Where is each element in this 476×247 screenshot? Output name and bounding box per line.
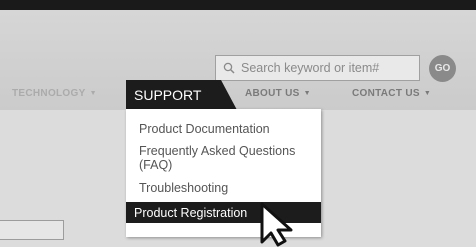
- top-bar: [0, 0, 476, 10]
- nav-item-label: TECHNOLOGY: [12, 87, 86, 99]
- menu-item-faq[interactable]: Frequently Asked Questions (FAQ): [139, 144, 314, 172]
- text-field[interactable]: [0, 220, 64, 240]
- search-icon: [223, 62, 235, 74]
- nav-item-about-us[interactable]: ABOUT US ▼: [245, 76, 311, 110]
- chevron-down-icon: ▼: [423, 89, 432, 97]
- pointer-arrow-icon: [260, 202, 293, 247]
- nav-item-support[interactable]: SUPPORT: [126, 80, 237, 110]
- nav-item-technology[interactable]: TECHNOLOGY ▼: [12, 76, 97, 110]
- menu-item-troubleshooting[interactable]: Troubleshooting: [139, 181, 314, 195]
- menu-item-product-documentation[interactable]: Product Documentation: [139, 122, 314, 136]
- search-input[interactable]: [239, 60, 418, 76]
- main-nav: TECHNOLOGY ▼ SUPPORT ABOUT US ▼ CONTACT …: [0, 76, 476, 110]
- nav-item-label: CONTACT US: [352, 87, 420, 99]
- chevron-down-icon: ▼: [303, 89, 311, 97]
- nav-item-label: ABOUT US: [245, 87, 300, 99]
- nav-item-contact-us[interactable]: CONTACT US ▼: [352, 76, 431, 110]
- nav-item-label: SUPPORT: [134, 87, 202, 103]
- chevron-down-icon: ▼: [89, 89, 97, 97]
